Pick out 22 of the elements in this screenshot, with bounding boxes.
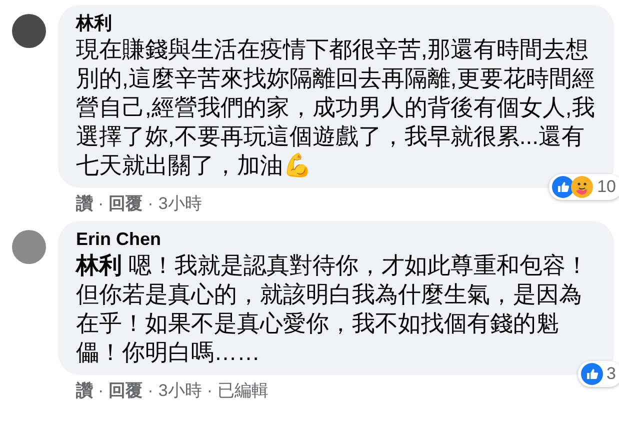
action-link[interactable]: 讚 (76, 192, 93, 215)
separator-dot: · (98, 380, 104, 400)
timestamp[interactable]: 3小時 (158, 192, 202, 215)
action-link[interactable]: 回覆 (108, 379, 143, 402)
hugging-face-icon (571, 176, 594, 198)
author-name[interactable]: Erin Chen (76, 227, 596, 251)
thumbs-up-icon (580, 363, 603, 385)
reaction-summary[interactable]: 10 (549, 174, 619, 200)
separator-dot: · (148, 380, 154, 400)
author-name[interactable]: 林利 (76, 11, 596, 35)
thumbs-up-icon (552, 176, 574, 198)
action-link[interactable]: 回覆 (108, 192, 143, 215)
action-link[interactable]: 讚 (76, 379, 93, 402)
reaction-count: 10 (597, 177, 616, 197)
reaction-summary[interactable]: 3 (578, 361, 619, 387)
separator-dot: · (206, 380, 212, 400)
timestamp[interactable]: 3小時 (158, 379, 202, 402)
reaction-count: 3 (606, 364, 616, 384)
avatar[interactable] (12, 14, 46, 48)
separator-dot: · (98, 194, 104, 214)
separator-dot: · (148, 194, 154, 214)
timestamp[interactable]: 已編輯 (217, 379, 268, 402)
